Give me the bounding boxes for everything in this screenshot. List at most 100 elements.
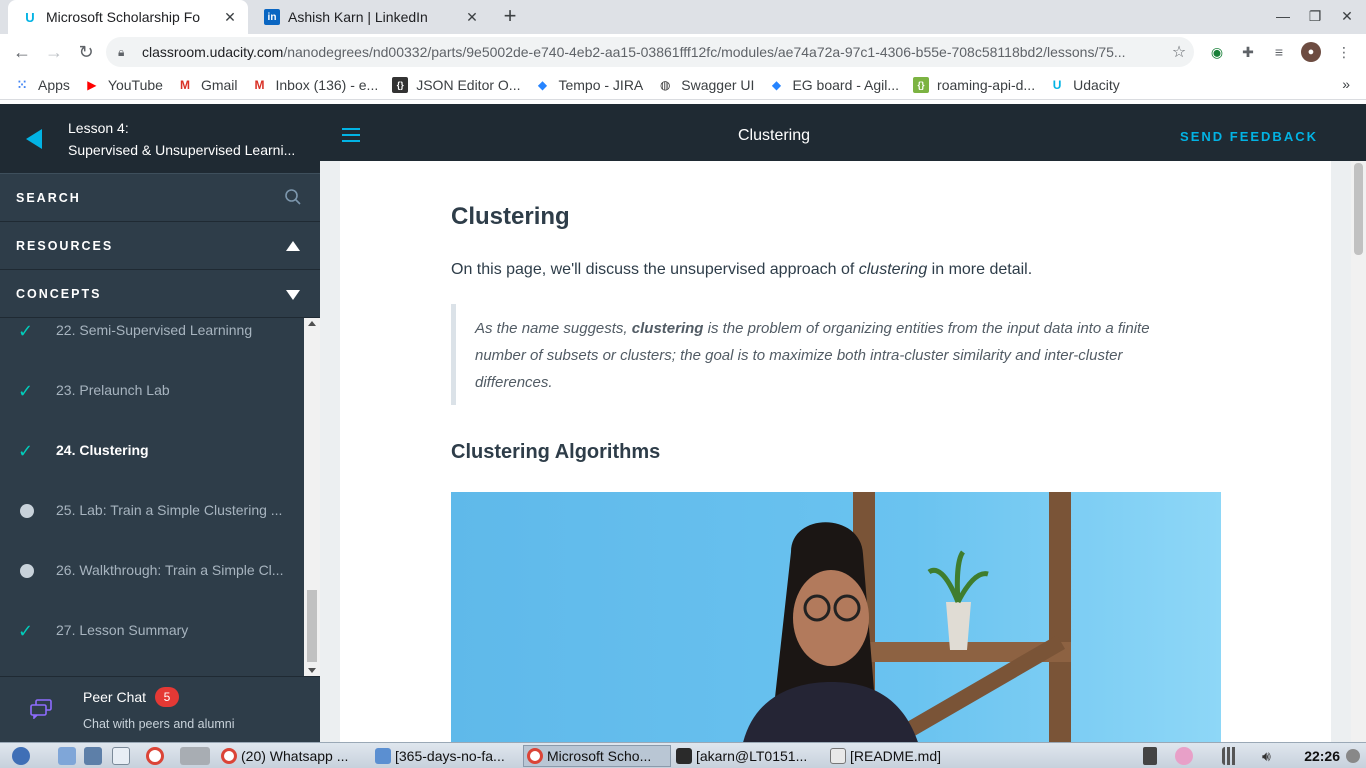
jira-icon: ◆ (537, 77, 548, 92)
check-icon: ✓ (18, 621, 34, 641)
restore-icon[interactable]: ❐ (1304, 8, 1326, 25)
concept-label: 25. Lab: Train a Simple Clustering ... (56, 502, 283, 518)
start-menu-icon[interactable] (12, 747, 30, 765)
browser-toolbar: ← → ↻ 🔒︎ classroom.udacity.com/nanodegre… (0, 34, 1366, 70)
scroll-down-icon[interactable] (308, 668, 316, 673)
concepts-row[interactable]: CONCEPTS (0, 270, 320, 318)
bookmark-json-editor[interactable]: {} JSON Editor O... (392, 76, 520, 93)
taskbar-item-chrome-active[interactable]: Microsoft Scho... (523, 745, 671, 767)
chrome-launcher-icon[interactable] (146, 747, 164, 765)
expand-down-icon (286, 290, 300, 300)
concept-label: 27. Lesson Summary (56, 622, 189, 638)
peer-chat[interactable]: Peer Chat 5 Chat with peers and alumni (0, 676, 320, 742)
minimize-icon[interactable]: — (1272, 8, 1294, 24)
concept-title: Clustering (737, 127, 811, 144)
peer-chat-subtitle: Chat with peers and alumni (83, 717, 235, 731)
bookmark-star-icon[interactable]: ☆ (1164, 42, 1194, 62)
concept-label: 24. Clustering (56, 442, 149, 458)
concept-item[interactable]: ✓ 22. Semi-Supervised Learninng (0, 318, 304, 362)
reload-icon[interactable]: ↻ (74, 40, 98, 64)
close-tab-icon[interactable]: ✕ (462, 9, 482, 26)
menu-kebab-icon[interactable]: ⋮ (1334, 42, 1354, 62)
battery-icon[interactable] (1143, 747, 1157, 765)
more-bookmarks-icon[interactable]: » (1342, 76, 1350, 92)
classroom-sidebar: Lesson 4: Supervised & Unsupervised Lear… (0, 104, 320, 742)
bookmark-youtube[interactable]: ▶ YouTube (84, 77, 163, 93)
api-doc-icon: {} (913, 76, 930, 93)
intro-paragraph: On this page, we'll discuss the unsuperv… (451, 261, 1033, 278)
close-tab-icon[interactable]: ✕ (220, 9, 240, 26)
send-feedback-link[interactable]: SEND FEEDBACK (1180, 129, 1318, 144)
swagger-icon: ◍ (660, 77, 671, 92)
concept-label: 26. Walkthrough: Train a Simple Cl... (56, 562, 284, 578)
scroll-up-icon[interactable] (308, 321, 316, 326)
close-window-icon[interactable]: ✕ (1336, 8, 1358, 25)
puzzle-extensions-icon[interactable]: ✚ (1238, 42, 1258, 62)
taskbar-item-editor[interactable]: [README.md] (827, 745, 977, 767)
concepts-label: CONCEPTS (16, 287, 102, 301)
concept-item[interactable]: 26. Walkthrough: Train a Simple Cl... (0, 542, 304, 602)
search-icon[interactable] (284, 188, 302, 206)
profile-avatar[interactable]: ● (1301, 42, 1321, 62)
back-icon[interactable]: ← (10, 40, 34, 64)
launcher-icon[interactable] (84, 747, 102, 765)
bookmark-swagger[interactable]: ◍ Swagger UI (657, 77, 754, 93)
blockquote: As the name suggests, clustering is the … (451, 304, 1191, 405)
tab-title: Microsoft Scholarship Fo (46, 9, 201, 25)
scrollbar-thumb[interactable] (307, 590, 317, 662)
media-control-icon[interactable]: ≡ (1269, 42, 1289, 62)
slack-icon[interactable] (1175, 747, 1193, 765)
show-desktop-icon[interactable] (58, 747, 76, 765)
window-icon[interactable] (112, 747, 130, 765)
check-icon: ✓ (18, 441, 34, 461)
search-label: SEARCH (16, 191, 81, 205)
lesson-number: Lesson 4: (68, 120, 129, 136)
new-tab-button[interactable]: + (498, 5, 522, 29)
volume-icon[interactable]: 🔊︎ (1262, 747, 1280, 765)
resources-label: RESOURCES (16, 239, 114, 253)
forward-icon[interactable]: → (42, 40, 66, 64)
lock-icon: 🔒︎ (118, 44, 125, 59)
taskbar-item-terminal[interactable]: [akarn@LT0151... (673, 745, 825, 767)
gmail-icon: M (254, 77, 265, 92)
check-icon: ✓ (18, 381, 34, 401)
bookmark-inbox[interactable]: M Inbox (136) - e... (252, 77, 379, 93)
quote-text: As the name suggests, clustering is the … (475, 320, 1150, 391)
bookmark-tempo-jira[interactable]: ◆ Tempo - JIRA (534, 77, 643, 93)
udacity-icon: U (25, 9, 35, 25)
page-scrollbar[interactable] (1351, 161, 1366, 742)
power-icon[interactable] (1346, 749, 1360, 763)
back-arrow-icon[interactable] (26, 129, 42, 149)
workspace-icon[interactable] (180, 747, 210, 765)
resources-row[interactable]: RESOURCES (0, 222, 320, 270)
lesson-header[interactable]: Lesson 4: Supervised & Unsupervised Lear… (0, 104, 320, 174)
page-scrollbar-thumb[interactable] (1354, 163, 1363, 255)
text-editor-icon (830, 748, 846, 764)
browser-tab-udacity[interactable]: U Microsoft Scholarship Fo ✕ (8, 0, 248, 34)
search-row[interactable]: SEARCH (0, 174, 320, 222)
concept-item[interactable]: ✓ 27. Lesson Summary (0, 602, 304, 662)
taskbar-item-folder[interactable]: [365-days-no-fa... (372, 745, 522, 767)
address-bar[interactable]: 🔒︎ classroom.udacity.com/nanodegrees/nd0… (106, 37, 1194, 67)
unread-badge: 5 (155, 687, 179, 707)
apps-grid-icon: ⁙ (16, 77, 28, 92)
concept-item-current[interactable]: ✓ 24. Clustering (0, 422, 304, 482)
url-text: classroom.udacity.com/nanodegrees/nd0033… (142, 44, 1126, 60)
concept-label: 23. Prelaunch Lab (56, 382, 170, 398)
concept-item[interactable]: 25. Lab: Train a Simple Clustering ... (0, 482, 304, 542)
extension-icon[interactable]: ◉ (1207, 42, 1227, 62)
taskbar-item-whatsapp[interactable]: (20) Whatsapp ... (218, 745, 368, 767)
bookmark-udacity[interactable]: U Udacity (1049, 77, 1120, 93)
jira-icon: ◆ (771, 77, 782, 92)
network-signal-icon[interactable] (1222, 747, 1240, 765)
concept-list-scrollbar[interactable] (304, 318, 320, 676)
bookmark-eg-board[interactable]: ◆ EG board - Agil... (768, 77, 899, 93)
folder-icon (375, 748, 391, 764)
bookmark-roaming-api[interactable]: {} roaming-api-d... (913, 76, 1035, 93)
youtube-icon: ▶ (87, 77, 97, 92)
bookmark-apps[interactable]: ⁙ Apps (14, 77, 70, 93)
concept-item[interactable]: ✓ 23. Prelaunch Lab (0, 362, 304, 422)
bookmark-gmail[interactable]: M Gmail (177, 77, 238, 93)
browser-tab-linkedin[interactable]: in Ashish Karn | LinkedIn ✕ (250, 0, 490, 34)
video-player[interactable] (451, 492, 1221, 742)
